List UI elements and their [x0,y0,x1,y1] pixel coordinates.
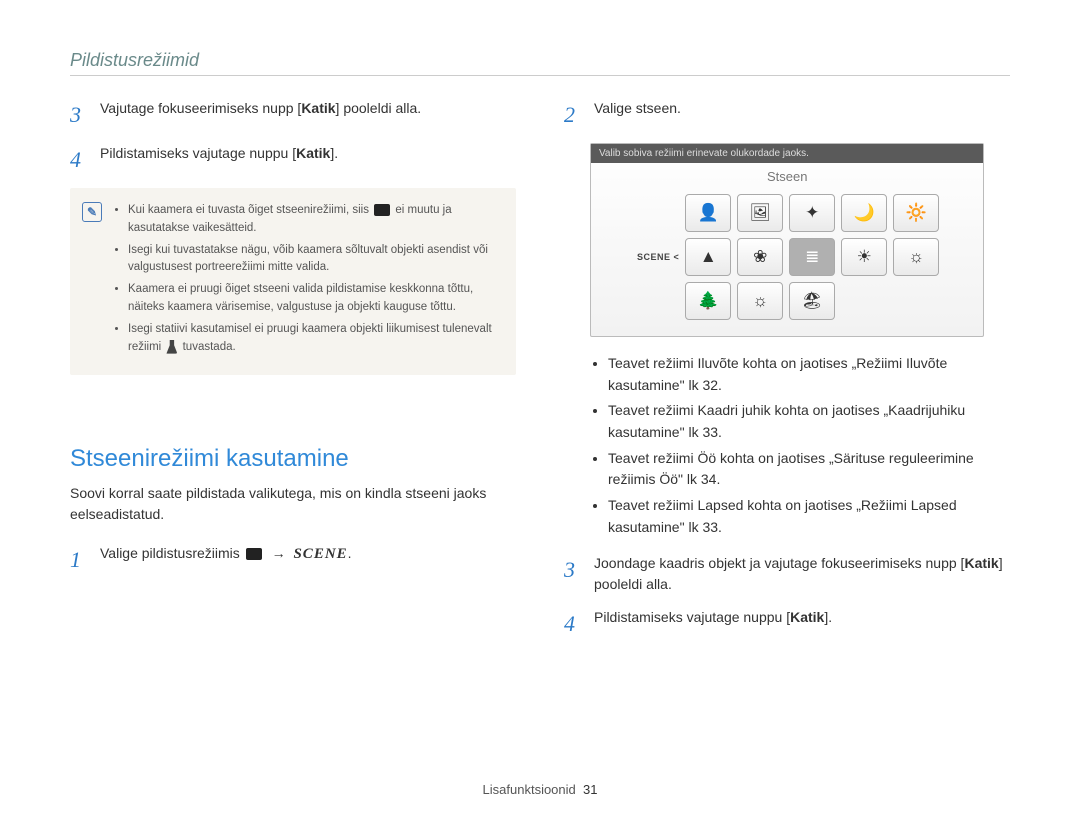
list-item: Teavet režiimi Kaadri juhik kohta on jao… [608,400,1010,443]
page-header-title: Pildistusrežiimid [70,50,1010,71]
camera-screenshot: Valib sobiva režiimi erinevate olukordad… [590,143,984,337]
step-text: Vajutage fokuseerimiseks nupp [Katik] po… [100,98,421,131]
scene-bright-icon[interactable]: 🔆 [893,194,939,232]
scene-mode-label: SCENE [293,546,347,562]
info-bullet-list: Teavet režiimi Iluvõte kohta on jaotises… [564,353,1010,539]
list-item: Teavet režiimi Lapsed kohta on jaotises … [608,495,1010,538]
scene-frame-icon[interactable]: 🖼 [737,194,783,232]
katik-bold: Katik [301,100,335,116]
header-rule [70,75,1010,76]
tripod-person-icon [166,340,177,354]
step-number: 3 [70,98,88,131]
screenshot-statusbar: Valib sobiva režiimi erinevate olukordad… [591,144,983,163]
scene-night-icon[interactable]: 🌙 [841,194,887,232]
text: Valige pildistusrežiimis [100,545,244,561]
text: ] pooleldi alla. [336,100,422,116]
text: Pildistamiseks vajutage nuppu [ [594,609,790,625]
note-item: Kaamera ei pruugi õiget stseeni valida p… [128,281,500,317]
note-item: Kui kaamera ei tuvasta õiget stseenireži… [128,202,500,238]
smart-icon [374,204,390,216]
scene-beach-icon[interactable]: 🏖 [789,282,835,320]
section-intro: Soovi korral saate pildistada valikutega… [70,483,516,525]
text: ]. [330,145,338,161]
text: Joondage kaadris objekt ja vajutage foku… [594,555,964,571]
scene-dawn-icon[interactable]: ☼ [893,238,939,276]
note-box: ✎ Kui kaamera ei tuvasta õiget stseenire… [70,188,516,375]
note-icon: ✎ [82,202,102,222]
scene-star-icon[interactable]: ✦ [789,194,835,232]
step-number: 3 [564,553,582,595]
page-number: 31 [583,782,597,797]
text: ]. [824,609,832,625]
scene-side-label: SCENE < [635,252,679,262]
step-2: 2 Valige stseen. [564,98,1010,131]
step-text: Valige stseen. [594,98,681,131]
list-item: Teavet režiimi Öö kohta on jaotises „Sär… [608,448,1010,491]
scene-text-icon[interactable]: ≣ [789,238,835,276]
katik-bold: Katik [964,555,998,571]
step-number: 1 [70,543,88,576]
scene-landscape-icon[interactable]: ▲ [685,238,731,276]
camera-icon [246,548,262,560]
screenshot-title: Stseen [591,163,983,188]
step-number: 4 [564,607,582,640]
step-number: 4 [70,143,88,176]
katik-bold: Katik [296,145,330,161]
step-3: 3 Joondage kaadris objekt ja vajutage fo… [564,553,1010,595]
step-text: Valige pildistusrežiimis → SCENE. [100,543,352,576]
text: Kui kaamera ei tuvasta õiget stseenireži… [128,204,372,216]
note-list: Kui kaamera ei tuvasta õiget stseenireži… [112,202,500,361]
step-text: Pildistamiseks vajutage nuppu [Katik]. [594,607,832,640]
scene-foliage-icon[interactable]: 🌲 [685,282,731,320]
step-1: 1 Valige pildistusrežiimis → SCENE. [70,543,516,576]
page-footer: Lisafunktsioonid 31 [70,782,1010,797]
katik-bold: Katik [790,609,824,625]
step-text: Joondage kaadris objekt ja vajutage foku… [594,553,1010,595]
list-item: Teavet režiimi Iluvõte kohta on jaotises… [608,353,1010,396]
scene-macro-icon[interactable]: ❀ [737,238,783,276]
step-3: 3 Vajutage fokuseerimiseks nupp [Katik] … [70,98,516,131]
note-item: Isegi statiivi kasutamisel ei pruugi kaa… [128,321,500,357]
step-number: 2 [564,98,582,131]
step-text: Pildistamiseks vajutage nuppu [Katik]. [100,143,338,176]
arrow-icon: → [272,545,286,561]
right-column: 2 Valige stseen. Valib sobiva režiimi er… [564,98,1010,652]
scene-portrait-icon[interactable]: 👤 [685,194,731,232]
text: Pildistamiseks vajutage nuppu [ [100,145,296,161]
text: . [348,545,352,561]
left-column: 3 Vajutage fokuseerimiseks nupp [Katik] … [70,98,516,652]
section-title: Stseenirežiimi kasutamine [70,445,516,473]
scene-icon-grid: 👤 🖼 ✦ 🌙 🔆 SCENE < ▲ ❀ ≣ ☀ ☼ 🌲 ☼ 🏖 [591,188,983,336]
footer-label: Lisafunktsioonid [483,782,576,797]
step-4: 4 Pildistamiseks vajutage nuppu [Katik]. [564,607,1010,640]
note-item: Isegi kui tuvastatakse nägu, võib kaamer… [128,242,500,278]
scene-firework-icon[interactable]: ☼ [737,282,783,320]
text: Vajutage fokuseerimiseks nupp [ [100,100,301,116]
scene-sunset-icon[interactable]: ☀ [841,238,887,276]
text: tuvastada. [179,341,235,353]
step-4: 4 Pildistamiseks vajutage nuppu [Katik]. [70,143,516,176]
